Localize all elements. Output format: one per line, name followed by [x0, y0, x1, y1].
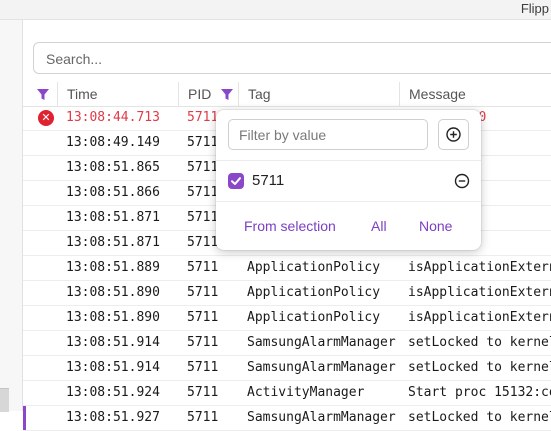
- cell-time: 13:08:51.889: [66, 260, 160, 275]
- cell-tag: SamsungAlarmManager: [247, 335, 396, 350]
- cell-pid: 5711: [187, 285, 219, 300]
- funnel-icon[interactable]: [37, 89, 49, 101]
- cell-time: 13:08:51.865: [66, 160, 160, 175]
- cell-time: 13:08:51.914: [66, 360, 160, 375]
- table-row[interactable]: 13:08:51.889 5711 ApplicationPolicy isAp…: [23, 256, 551, 281]
- search-box[interactable]: [33, 42, 551, 74]
- add-filter-button[interactable]: [438, 119, 469, 150]
- table-row[interactable]: 13:08:51.890 5711 ApplicationPolicy isAp…: [23, 281, 551, 306]
- funnel-icon[interactable]: [221, 89, 234, 101]
- cell-time: 13:08:51.924: [66, 385, 160, 400]
- left-sidebar: [0, 20, 23, 412]
- window-titlebar: Flipp: [0, 0, 551, 20]
- table-row[interactable]: 13:08:51.914 5711 SamsungAlarmManager se…: [23, 356, 551, 381]
- table-row[interactable]: 13:08:51.924 5711 ActivityManager Start …: [23, 381, 551, 406]
- cell-pid: 5711: [187, 310, 219, 325]
- cell-pid: 5711: [187, 335, 219, 350]
- cell-tag: ApplicationPolicy: [247, 285, 381, 300]
- cell-message: isApplicationExterna: [408, 310, 551, 325]
- filter-value-input[interactable]: [228, 119, 428, 150]
- select-none-link[interactable]: None: [419, 218, 452, 234]
- plus-circle-icon: [446, 127, 461, 142]
- cell-tag: SamsungAlarmManager: [247, 360, 396, 375]
- column-header-time[interactable]: Time: [57, 82, 98, 106]
- window-title: Flipp: [520, 1, 549, 16]
- cell-pid: 5711: [187, 410, 219, 425]
- cell-time: 13:08:51.866: [66, 185, 160, 200]
- value-checkbox[interactable]: [228, 173, 244, 189]
- cell-message: Start proc 15132:com: [408, 385, 551, 400]
- table-row[interactable]: 13:08:51.927 5711 SamsungAlarmManager se…: [23, 406, 551, 431]
- pid-filter-popover: 5711 From selection All None: [216, 110, 481, 250]
- column-header-tag[interactable]: Tag: [238, 82, 271, 106]
- divider: [216, 201, 481, 202]
- cell-time: 13:08:51.871: [66, 235, 160, 250]
- divider: [216, 160, 481, 161]
- cell-pid: 5711: [187, 360, 219, 375]
- table-header: Time PID Tag Message: [23, 82, 551, 107]
- cell-time: 13:08:51.871: [66, 210, 160, 225]
- from-selection-link[interactable]: From selection: [244, 218, 336, 234]
- cell-time: 13:08:51.890: [66, 285, 160, 300]
- cell-time: 13:08:51.914: [66, 335, 160, 350]
- filter-value-label: 5711: [252, 172, 285, 189]
- cell-message: isApplicationExterna: [408, 285, 551, 300]
- cell-tag: ApplicationPolicy: [247, 310, 381, 325]
- select-all-link[interactable]: All: [371, 218, 387, 234]
- cell-message: isApplicationExterna: [408, 260, 551, 275]
- cell-time: 13:08:49.149: [66, 135, 160, 150]
- cell-message: setLocked to kernel: [408, 360, 551, 375]
- table-row[interactable]: 13:08:51.890 5711 ApplicationPolicy isAp…: [23, 306, 551, 331]
- cell-time: 13:08:44.713: [66, 110, 160, 125]
- search-input[interactable]: [44, 49, 548, 69]
- column-header-message[interactable]: Message: [399, 82, 466, 106]
- cell-message: setLocked to kernel: [408, 410, 551, 425]
- table-row[interactable]: 13:08:51.914 5711 SamsungAlarmManager se…: [23, 331, 551, 356]
- check-icon: [231, 177, 241, 185]
- minus-circle-icon[interactable]: [454, 173, 470, 189]
- cell-tag: SamsungAlarmManager: [247, 410, 396, 425]
- cell-pid: 5711: [187, 385, 219, 400]
- cell-message: setLocked to kernel: [408, 335, 551, 350]
- column-header-pid-label: PID: [188, 86, 212, 102]
- cell-time: 13:08:51.927: [66, 410, 160, 425]
- column-header-pid[interactable]: PID: [178, 82, 234, 106]
- x-circle-icon: ✕: [38, 110, 54, 126]
- cell-time: 13:08:51.890: [66, 310, 160, 325]
- cell-pid: 5711: [187, 260, 219, 275]
- cell-tag: ActivityManager: [247, 385, 365, 400]
- cell-tag: ApplicationPolicy: [247, 260, 381, 275]
- level-filter-column[interactable]: [37, 82, 49, 106]
- sidebar-scrollbar[interactable]: [0, 388, 9, 412]
